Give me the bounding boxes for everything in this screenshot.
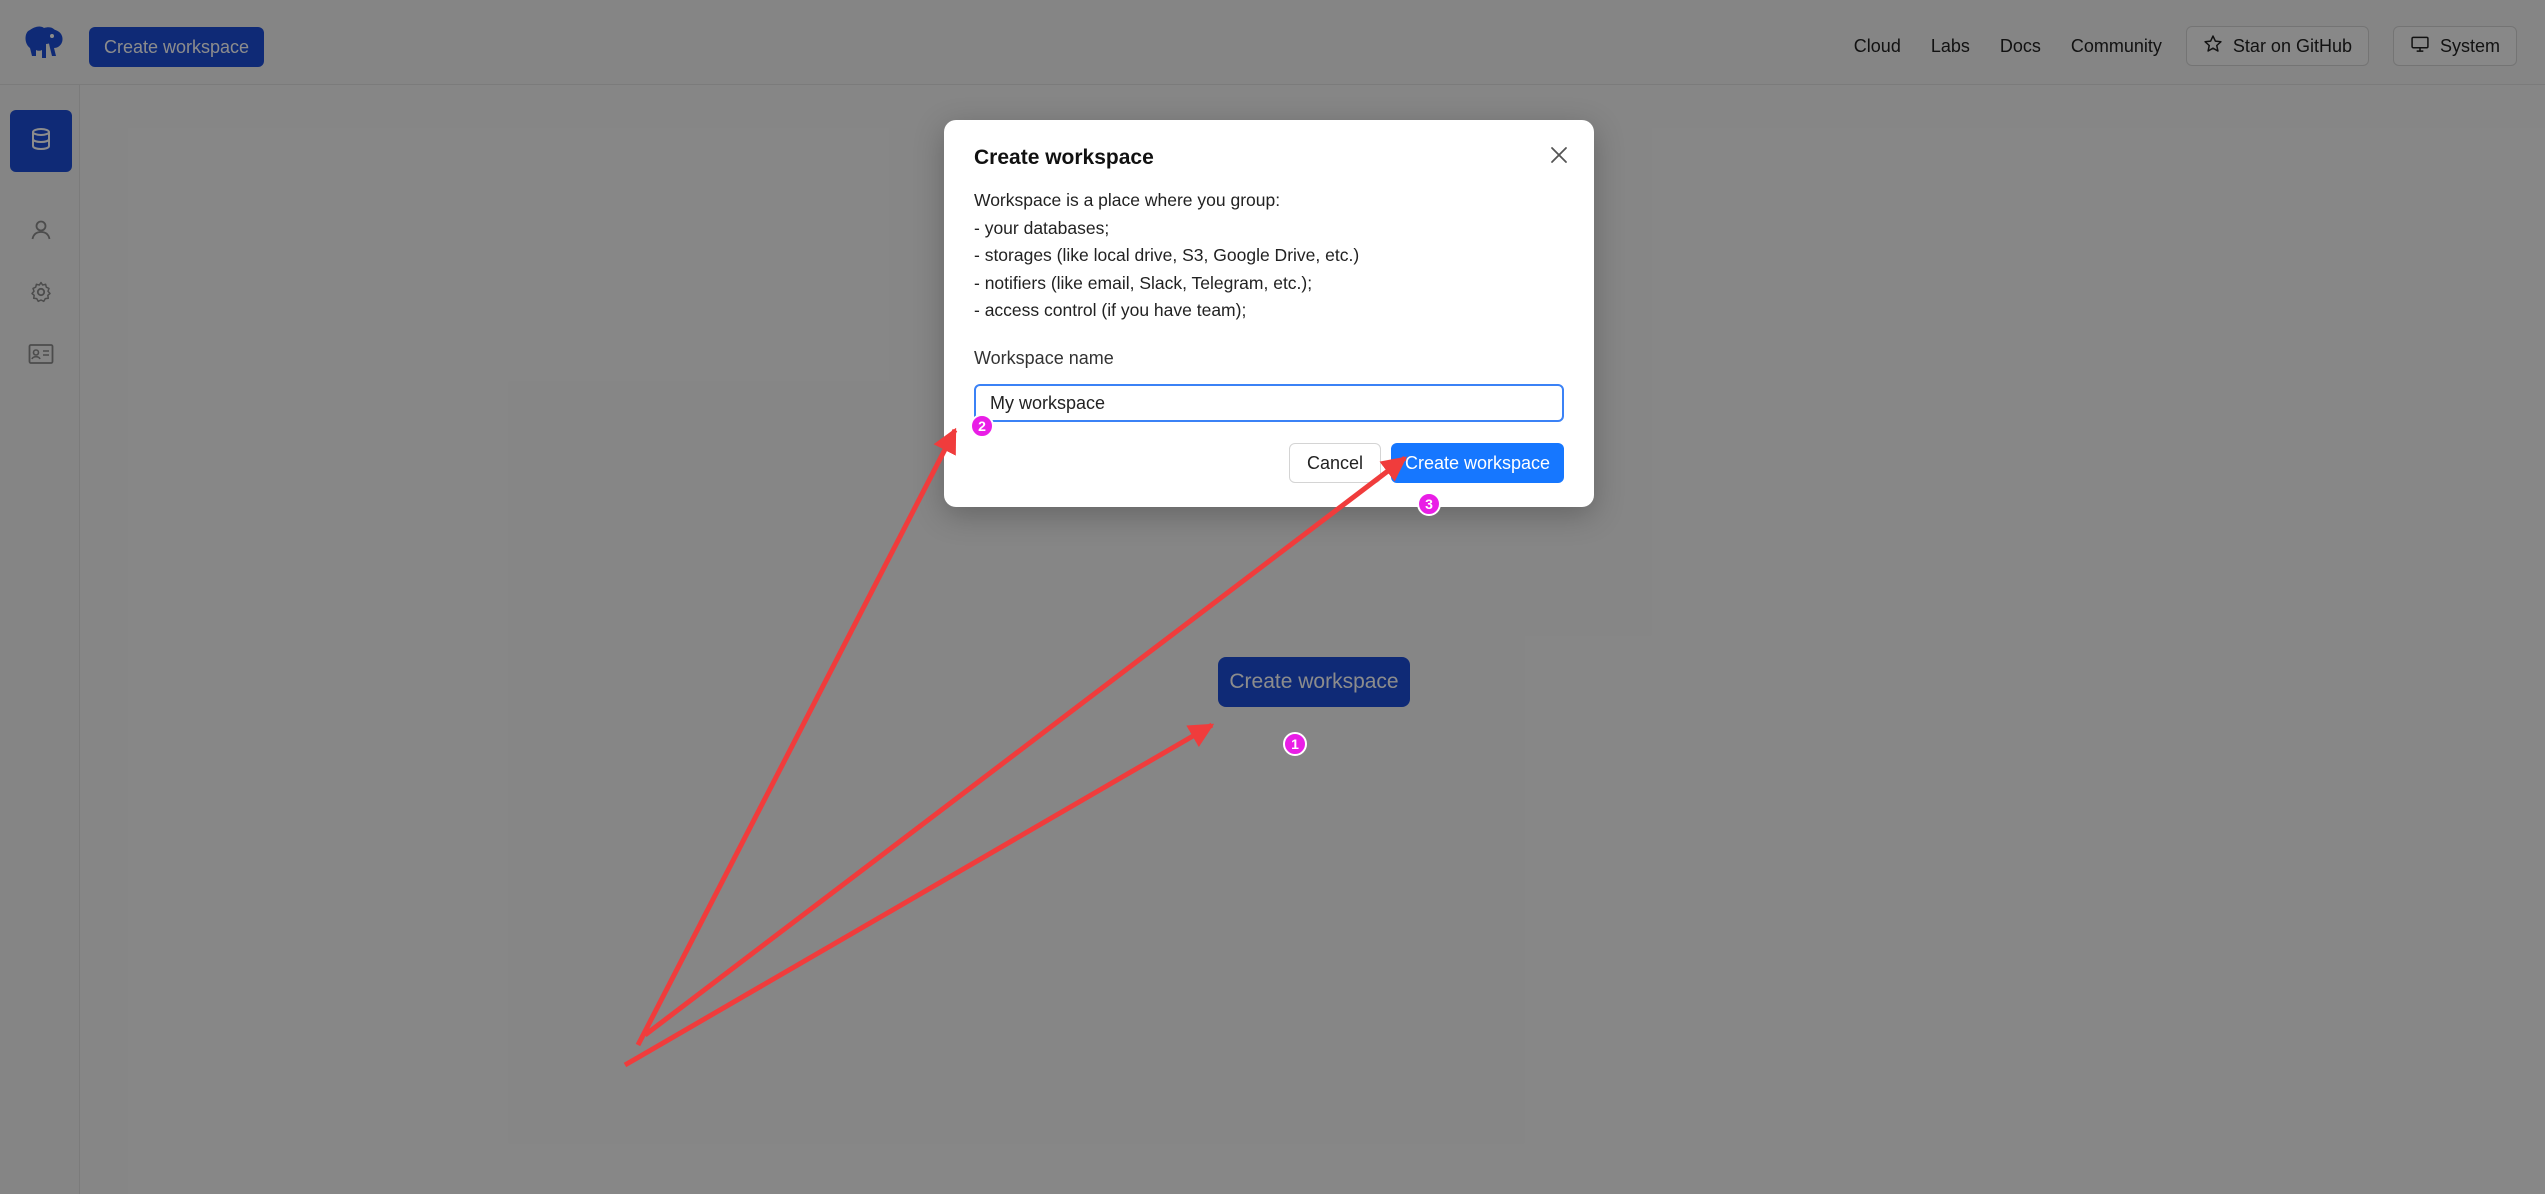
workspace-name-input[interactable]	[974, 384, 1564, 422]
close-icon[interactable]	[1546, 142, 1572, 168]
workspace-name-label: Workspace name	[974, 348, 1114, 368]
cancel-button[interactable]: Cancel	[1289, 443, 1381, 483]
annotation-marker-1: 1	[1283, 732, 1307, 756]
modal-create-workspace-button[interactable]: Create workspace	[1391, 443, 1564, 483]
description-line: - your databases;	[974, 217, 1110, 238]
annotation-marker-2: 2	[970, 414, 994, 438]
create-workspace-modal: Create workspace Workspace is a place wh…	[944, 120, 1594, 507]
annotation-marker-3: 3	[1417, 492, 1441, 516]
description-line: Workspace is a place where you group:	[974, 190, 1281, 210]
modal-title: Create workspace	[974, 146, 1154, 169]
description-line: - notifiers (like email, Slack, Telegram…	[974, 272, 1313, 293]
modal-description: Workspace is a place where you group: - …	[974, 187, 1359, 325]
description-line: - storages (like local drive, S3, Google…	[974, 245, 1360, 265]
description-line: - access control (if you have team);	[974, 300, 1247, 320]
